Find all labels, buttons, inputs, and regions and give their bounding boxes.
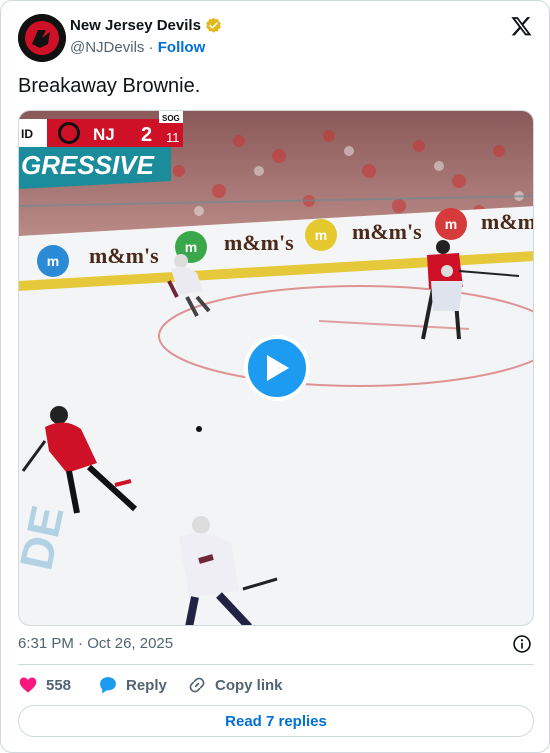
author-handle-row: @NJDevils · Follow [70, 39, 205, 56]
follow-button[interactable]: Follow [158, 39, 206, 56]
avatar[interactable] [18, 14, 66, 62]
link-icon [189, 677, 205, 693]
scorebug-score: 2 [141, 124, 152, 146]
action-bar: 558 Reply Copy link [18, 673, 283, 697]
timestamp[interactable]: 6:31 PM · Oct 26, 2025 [18, 635, 173, 652]
scorebug-sog-label: SOG [162, 114, 180, 123]
scorebug-period: ID [21, 127, 33, 141]
play-button[interactable] [244, 335, 310, 401]
verified-badge-icon [206, 17, 221, 33]
scorebug-team: NJ [93, 125, 115, 144]
board-ad: m&m's [224, 230, 294, 255]
reply-button[interactable]: Reply [98, 675, 187, 695]
tweet-card: New Jersey Devils @NJDevils · Follow Bre… [0, 0, 550, 753]
info-icon[interactable] [512, 634, 532, 654]
board-ad: m&m's [89, 243, 159, 268]
puck [196, 426, 202, 432]
devils-logo-icon [18, 14, 66, 62]
display-name[interactable]: New Jersey Devils [70, 17, 201, 34]
reply-label: Reply [126, 676, 167, 694]
board-ad: m [47, 253, 59, 269]
board-ad: m [445, 216, 457, 232]
board-ad: m&m's [481, 209, 534, 234]
like-button[interactable]: 558 [18, 675, 98, 695]
reply-bubble-icon [100, 677, 116, 694]
handle-separator: · [148, 39, 154, 56]
board-ad: m [185, 239, 197, 255]
tweet-time: 6:31 PM [18, 635, 74, 652]
video-player[interactable]: m m&m's m m&m's m m&m's m m&m's GRESSIVE… [18, 110, 534, 626]
author-name-row: New Jersey Devils [70, 17, 222, 34]
author-handle[interactable]: @NJDevils [70, 39, 144, 56]
timestamp-separator: · [78, 635, 84, 652]
board-ad: m [315, 227, 327, 243]
copy-link-label: Copy link [215, 676, 283, 694]
scorebug-sog-value: 11 [166, 130, 180, 145]
like-count: 558 [46, 676, 72, 694]
copy-link-button[interactable]: Copy link [187, 675, 283, 695]
tweet-date: Oct 26, 2025 [87, 635, 174, 652]
banner-text: GRESSIVE [21, 150, 155, 180]
board-ad: m&m's [352, 219, 422, 244]
read-replies-label: Read 7 replies [225, 712, 327, 730]
x-logo-icon[interactable] [510, 15, 533, 37]
play-icon [267, 355, 289, 381]
read-replies-button[interactable]: Read 7 replies [18, 705, 534, 737]
divider [18, 664, 534, 665]
tweet-text: Breakaway Brownie. [18, 75, 201, 97]
heart-icon [19, 677, 37, 693]
